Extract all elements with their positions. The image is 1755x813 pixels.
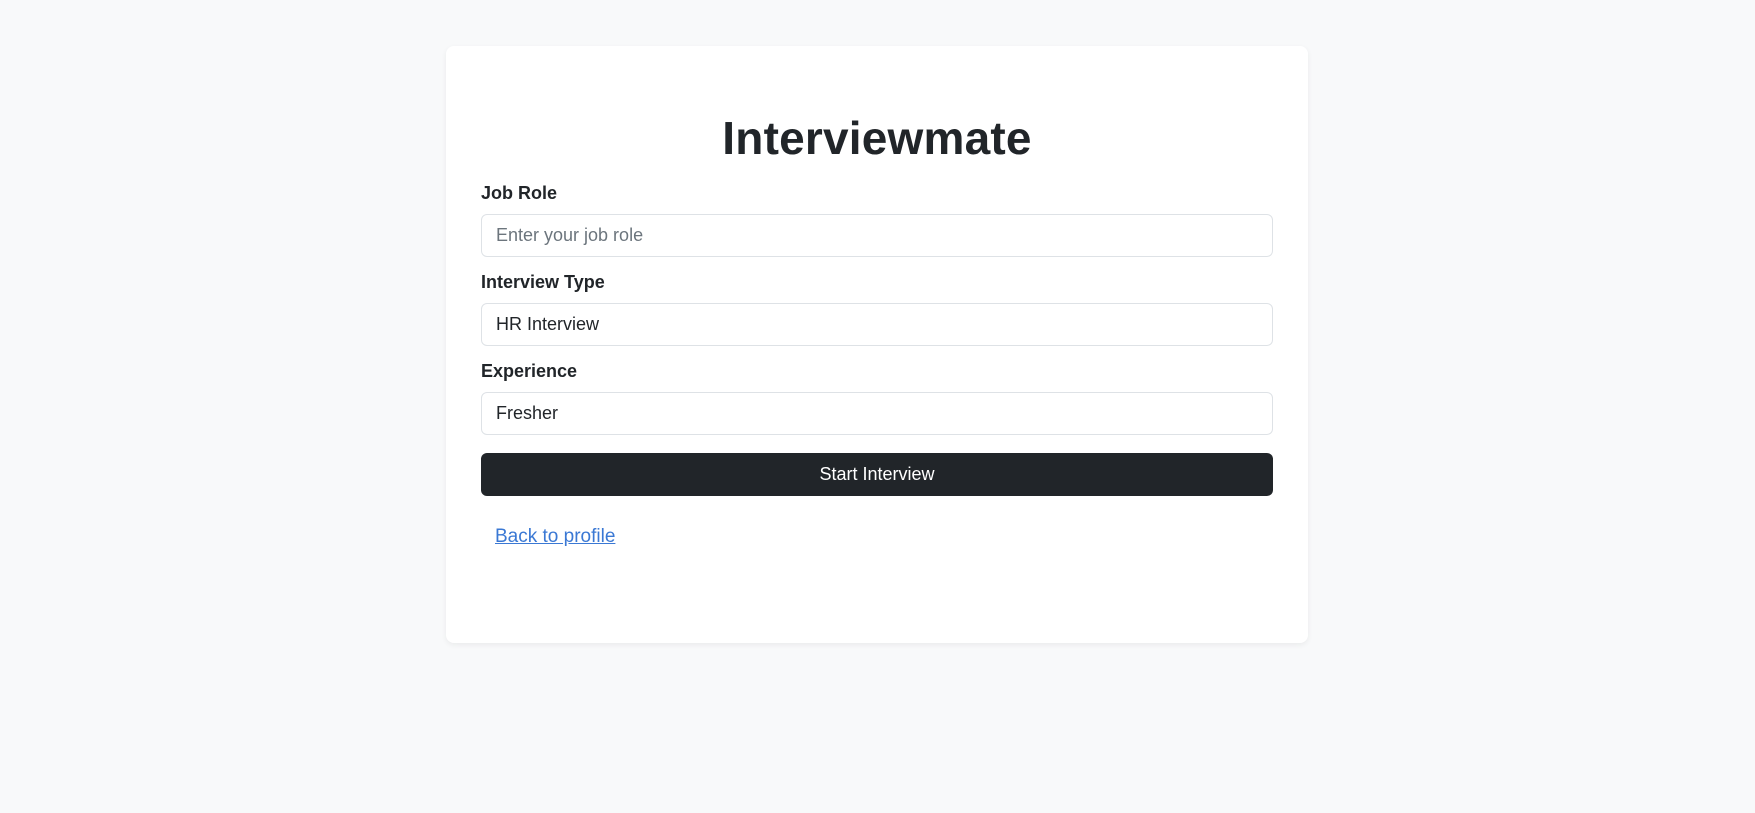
start-interview-button[interactable]: Start Interview (481, 453, 1273, 496)
page-title: Interviewmate (722, 112, 1032, 164)
back-to-profile-link[interactable]: Back to profile (495, 526, 615, 547)
back-link-row: Back to profile (481, 526, 1273, 548)
interview-type-label: Interview Type (481, 272, 605, 292)
interview-type-select[interactable]: HR Interview (481, 303, 1273, 346)
experience-label: Experience (481, 361, 578, 381)
interview-setup-card: Interviewmate Job Role Interview Type HR… (446, 46, 1308, 643)
interview-type-field-group: Interview Type HR Interview (481, 271, 1273, 346)
job-role-input[interactable] (481, 214, 1273, 257)
job-role-label: Job Role (481, 183, 558, 203)
experience-select[interactable]: Fresher (481, 392, 1273, 435)
interview-type-selected-value: HR Interview (496, 314, 600, 334)
experience-field-group: Experience Fresher (481, 360, 1273, 435)
job-role-field-group: Job Role (481, 182, 1273, 257)
experience-selected-value: Fresher (496, 403, 559, 423)
